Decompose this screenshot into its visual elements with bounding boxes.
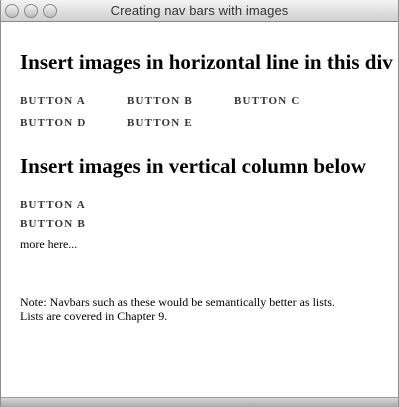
- note-line-2: Lists are covered in Chapter 9.: [20, 309, 168, 323]
- horizontal-button-c[interactable]: BUTTON C: [234, 95, 301, 107]
- note-line-1: Note: Navbars such as these would be sem…: [20, 295, 335, 309]
- window-title: Creating nav bars with images: [110, 3, 289, 18]
- horizontal-button-b[interactable]: BUTTON B: [127, 95, 193, 107]
- vertical-button-a[interactable]: BUTTON A: [20, 199, 86, 211]
- horizontal-button-e[interactable]: BUTTON E: [127, 117, 193, 129]
- window-bottom-bar: [1, 397, 398, 407]
- horizontal-button-a[interactable]: BUTTON A: [20, 95, 86, 107]
- horizontal-button-d[interactable]: BUTTON D: [20, 117, 87, 129]
- horizontal-nav-heading: Insert images in horizontal line in this…: [20, 50, 393, 74]
- vertical-button-b[interactable]: BUTTON B: [20, 218, 86, 230]
- browser-window: Creating nav bars with images Insert ima…: [0, 0, 399, 407]
- note-text: Note: Navbars such as these would be sem…: [20, 295, 392, 323]
- more-here-text: more here...: [20, 237, 78, 251]
- page-content: Insert images in horizontal line in this…: [1, 22, 398, 397]
- vertical-nav-heading: Insert images in vertical column below: [20, 154, 366, 178]
- window-titlebar[interactable]: Creating nav bars with images: [1, 0, 398, 22]
